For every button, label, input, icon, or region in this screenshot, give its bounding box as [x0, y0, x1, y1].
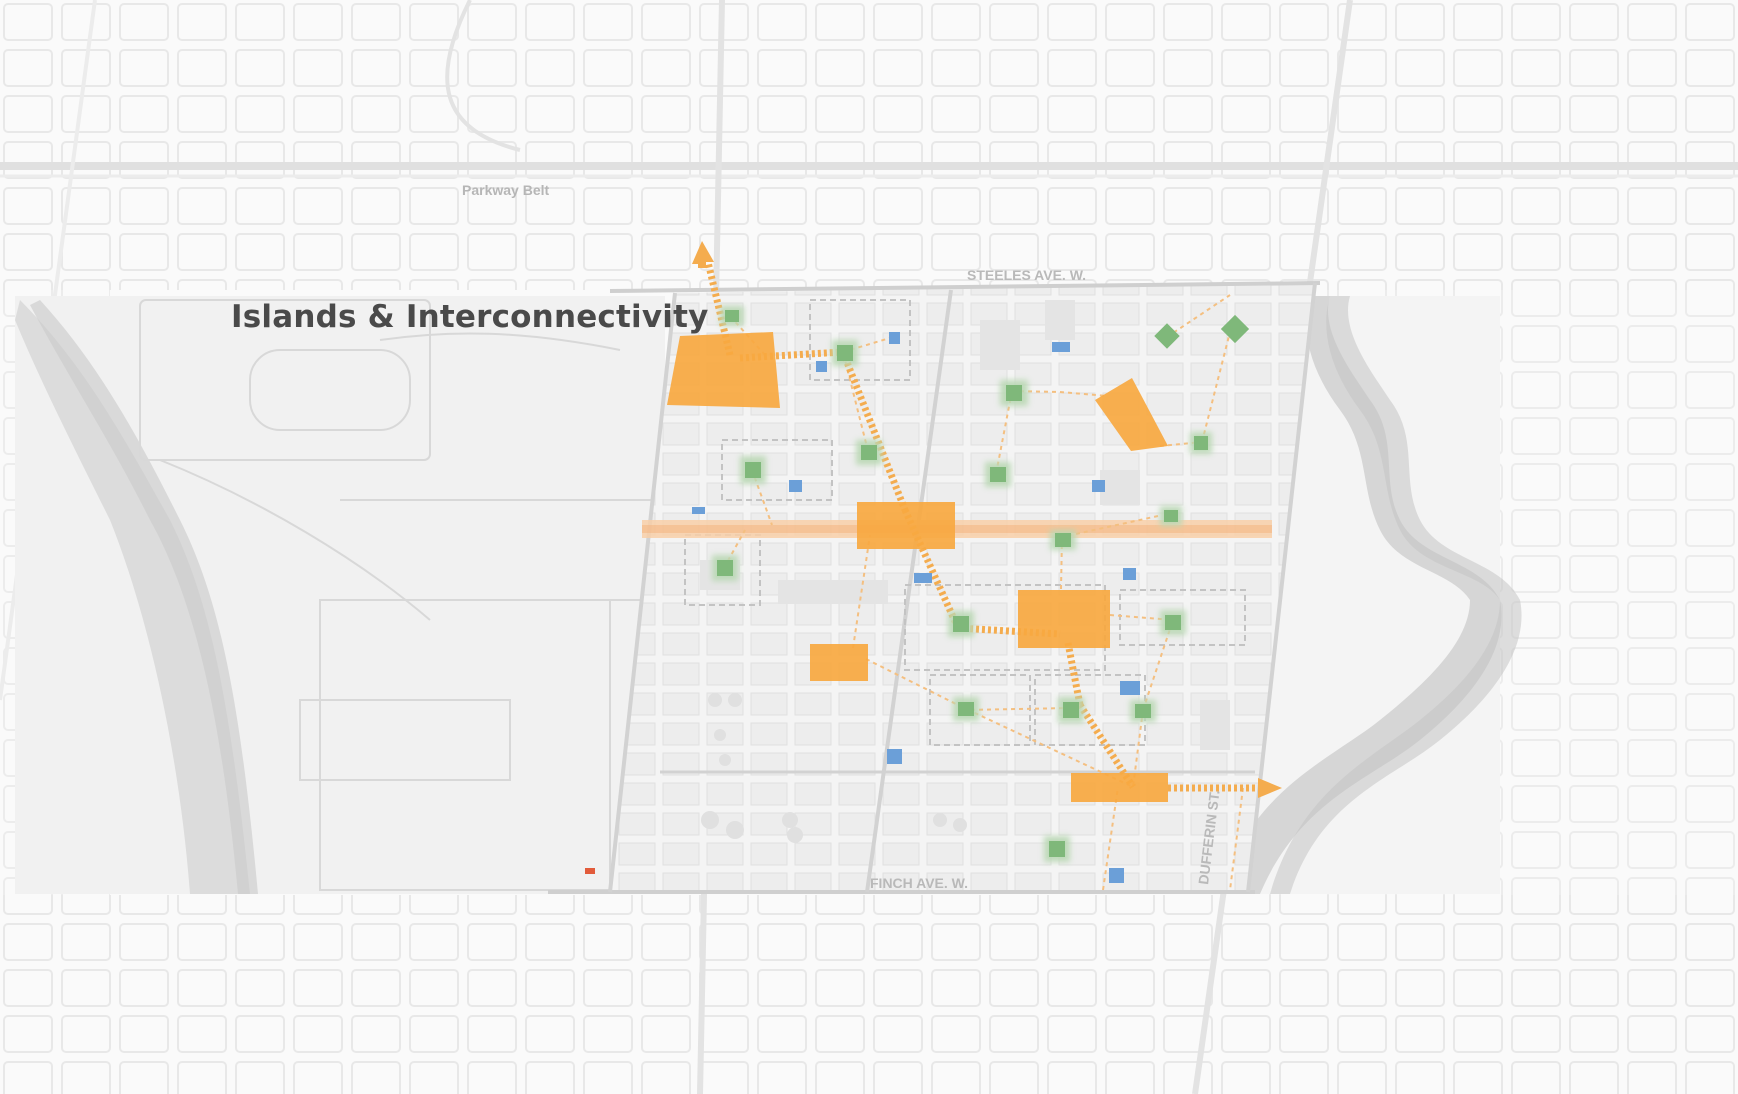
label-finch: FINCH AVE. W. — [870, 875, 968, 891]
label-parkway-belt: Parkway Belt — [462, 182, 549, 198]
west-district — [15, 296, 665, 894]
page-title: Islands & Interconnectivity — [231, 299, 709, 335]
label-steeles: STEELES AVE. W. — [967, 267, 1086, 283]
hub-north-west — [667, 332, 780, 408]
hub-central — [857, 502, 955, 549]
hub-south-west — [810, 644, 868, 681]
hub-south-central — [1018, 590, 1110, 648]
map-canvas: Parkway Belt STEELES AVE. W. FINCH AVE. … — [0, 0, 1738, 1094]
hub-south-east — [1071, 773, 1168, 802]
